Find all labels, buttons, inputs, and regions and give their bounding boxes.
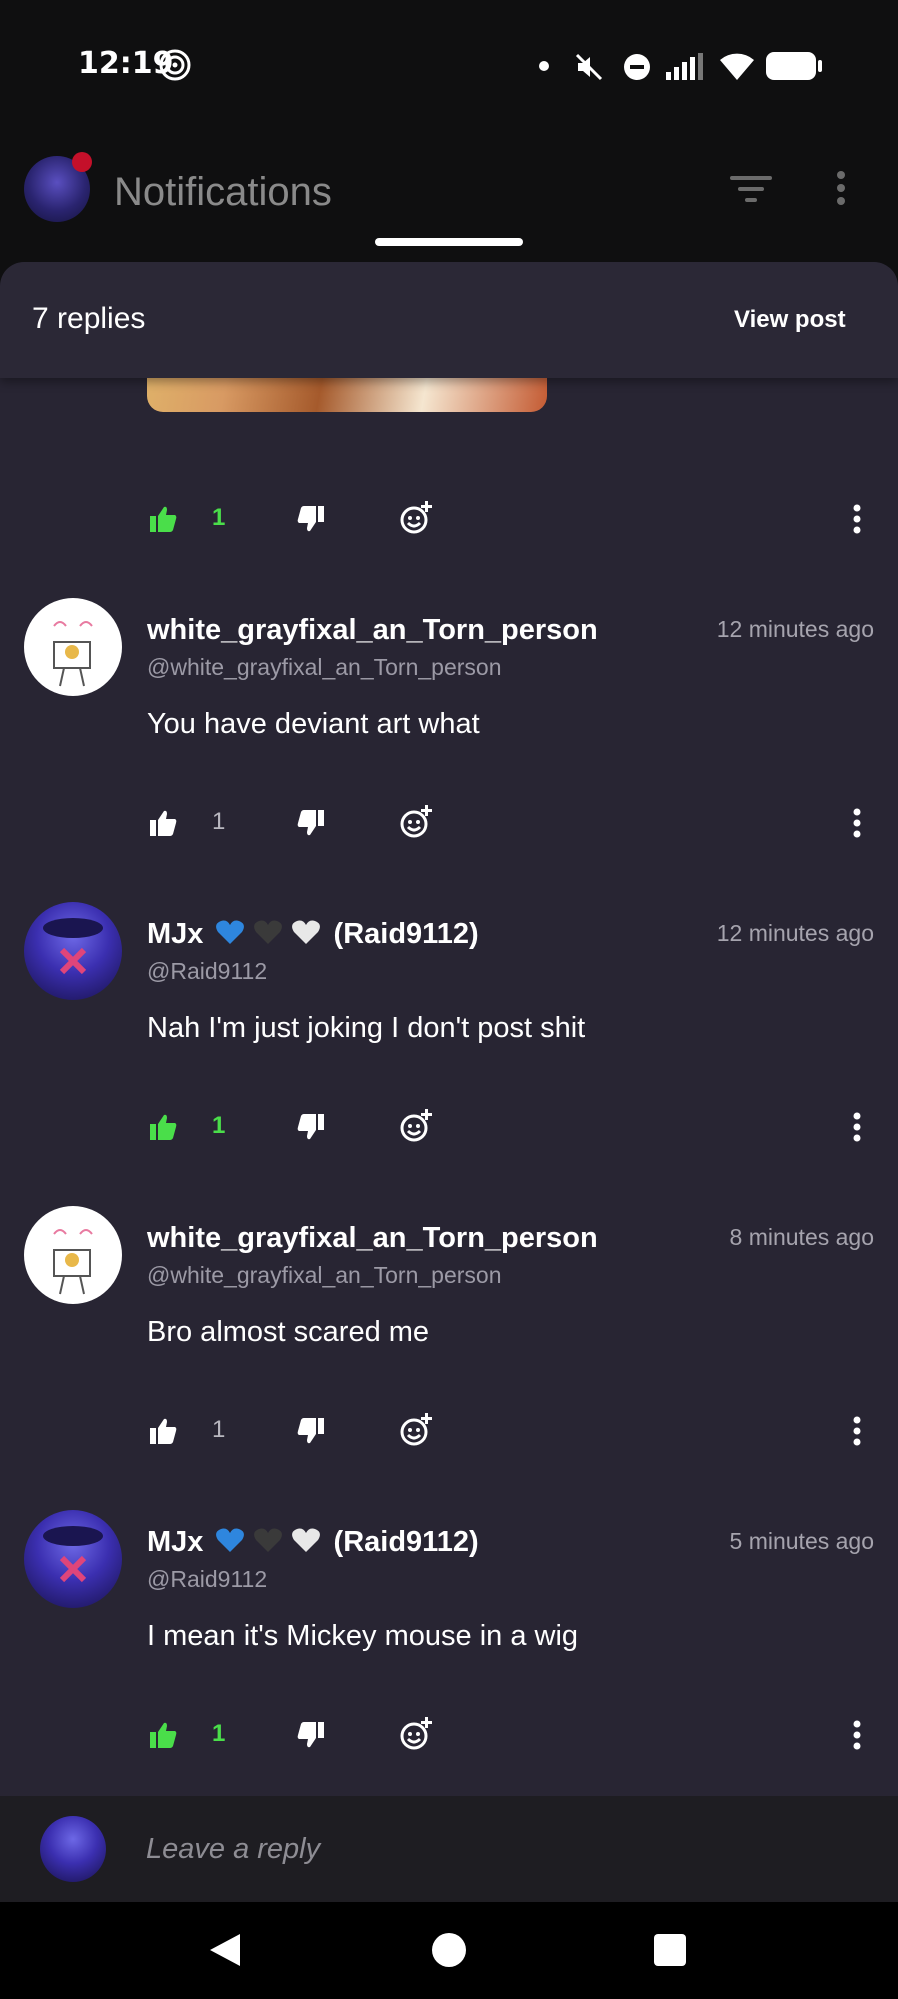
signal-icon xyxy=(666,53,703,80)
username[interactable]: MJx (Raid9112) xyxy=(147,1526,479,1559)
username-main: MJx xyxy=(147,918,204,950)
like-count: 1 xyxy=(212,1720,226,1747)
blue-heart-icon xyxy=(216,1528,245,1552)
user-avatar[interactable] xyxy=(24,902,122,1000)
current-user-avatar xyxy=(40,1816,106,1882)
view-post-button[interactable]: View post xyxy=(734,306,846,334)
sheet-header: 7 replies View post xyxy=(0,262,898,378)
more-options-icon[interactable] xyxy=(852,1112,862,1142)
user-handle: @white_grayfixal_an_Torn_person xyxy=(147,654,502,680)
add-reaction-icon[interactable] xyxy=(398,500,434,536)
username[interactable]: white_grayfixal_an_Torn_person xyxy=(147,614,598,647)
reply-item: white_grayfixal_an_Torn_person @white_gr… xyxy=(0,1206,898,1406)
action-row: 1 xyxy=(0,1716,898,1756)
nfc-icon xyxy=(159,49,191,81)
dislike-icon[interactable] xyxy=(296,1416,326,1446)
like-icon[interactable] xyxy=(148,808,178,838)
username[interactable]: MJx (Raid9112) xyxy=(147,918,479,951)
more-options-icon[interactable] xyxy=(836,170,846,206)
user-avatar[interactable] xyxy=(24,1206,122,1304)
user-handle: @Raid9112 xyxy=(147,1566,268,1592)
notification-dot-icon xyxy=(539,61,549,71)
reply-input[interactable] xyxy=(146,1826,846,1872)
like-count: 1 xyxy=(212,504,226,531)
timestamp: 8 minutes ago xyxy=(729,1224,874,1250)
like-count: 1 xyxy=(212,1112,226,1139)
black-heart-icon xyxy=(254,1528,283,1552)
user-avatar[interactable] xyxy=(24,598,122,696)
filter-icon[interactable] xyxy=(730,174,772,204)
white-heart-icon xyxy=(292,920,321,944)
black-heart-icon xyxy=(254,920,283,944)
timestamp: 5 minutes ago xyxy=(729,1528,874,1554)
like-count: 1 xyxy=(212,1416,226,1443)
timestamp: 12 minutes ago xyxy=(716,920,874,946)
action-row: 1 xyxy=(0,1108,898,1148)
reply-text: You have deviant art what xyxy=(147,708,480,740)
reply-text: I mean it's Mickey mouse in a wig xyxy=(147,1620,579,1652)
dnd-icon xyxy=(624,54,650,80)
like-icon[interactable] xyxy=(148,1720,178,1750)
page-title: Notifications xyxy=(114,170,332,214)
action-row: 1 xyxy=(0,1412,898,1452)
battery-icon xyxy=(766,52,822,80)
username-main: MJx xyxy=(147,1526,204,1558)
action-row: 1 xyxy=(0,804,898,844)
unread-badge xyxy=(72,152,92,172)
more-options-icon[interactable] xyxy=(852,1416,862,1446)
reply-composer xyxy=(0,1796,898,1902)
username[interactable]: white_grayfixal_an_Torn_person xyxy=(147,1222,598,1255)
wifi-icon xyxy=(720,53,754,80)
status-bar: 12:19 xyxy=(0,0,898,130)
reply-item: white_grayfixal_an_Torn_person @white_gr… xyxy=(0,598,898,798)
add-reaction-icon[interactable] xyxy=(398,1108,434,1144)
home-icon[interactable] xyxy=(432,1933,466,1967)
reply-text: Bro almost scared me xyxy=(147,1316,430,1348)
white-heart-icon xyxy=(292,1528,321,1552)
add-reaction-icon[interactable] xyxy=(398,1412,434,1448)
sheet-drag-handle[interactable] xyxy=(375,238,523,246)
white-character-avatar-icon xyxy=(53,621,93,687)
mute-icon xyxy=(575,53,603,81)
replies-sheet: 7 replies View post 1 white_grayfixal_an… xyxy=(0,262,898,1902)
recents-icon[interactable] xyxy=(654,1934,686,1966)
replies-count: 7 replies xyxy=(32,302,146,335)
like-count: 1 xyxy=(212,808,226,835)
user-handle: @white_grayfixal_an_Torn_person xyxy=(147,1262,502,1288)
username-suffix: (Raid9112) xyxy=(333,1526,479,1558)
like-icon[interactable] xyxy=(148,1416,178,1446)
timestamp: 12 minutes ago xyxy=(716,616,874,642)
dislike-icon[interactable] xyxy=(296,504,326,534)
add-reaction-icon[interactable] xyxy=(398,804,434,840)
like-icon[interactable] xyxy=(148,504,178,534)
more-options-icon[interactable] xyxy=(852,808,862,838)
dislike-icon[interactable] xyxy=(296,808,326,838)
replies-list[interactable]: 1 white_grayfixal_an_Torn_person @white_… xyxy=(0,262,898,1796)
blue-character-avatar-icon xyxy=(43,918,103,975)
action-row: 1 xyxy=(0,500,898,540)
username-suffix: (Raid9112) xyxy=(333,918,479,950)
user-avatar[interactable] xyxy=(24,1510,122,1608)
reply-item: MJx (Raid9112) @Raid9112 5 minutes ago I… xyxy=(0,1510,898,1710)
reply-item: MJx (Raid9112) @Raid9112 12 minutes ago … xyxy=(0,902,898,1102)
back-icon[interactable] xyxy=(208,1932,242,1968)
reply-text: Nah I'm just joking I don't post shit xyxy=(147,1012,586,1044)
dislike-icon[interactable] xyxy=(296,1112,326,1142)
more-options-icon[interactable] xyxy=(852,1720,862,1750)
white-character-avatar-icon xyxy=(53,1229,93,1295)
user-handle: @Raid9112 xyxy=(147,958,268,984)
blue-character-avatar-icon xyxy=(43,1526,103,1583)
dislike-icon[interactable] xyxy=(296,1720,326,1750)
blue-heart-icon xyxy=(216,920,245,944)
like-icon[interactable] xyxy=(148,1112,178,1142)
system-nav-bar xyxy=(0,1902,898,1999)
add-reaction-icon[interactable] xyxy=(398,1716,434,1752)
more-options-icon[interactable] xyxy=(852,504,862,534)
